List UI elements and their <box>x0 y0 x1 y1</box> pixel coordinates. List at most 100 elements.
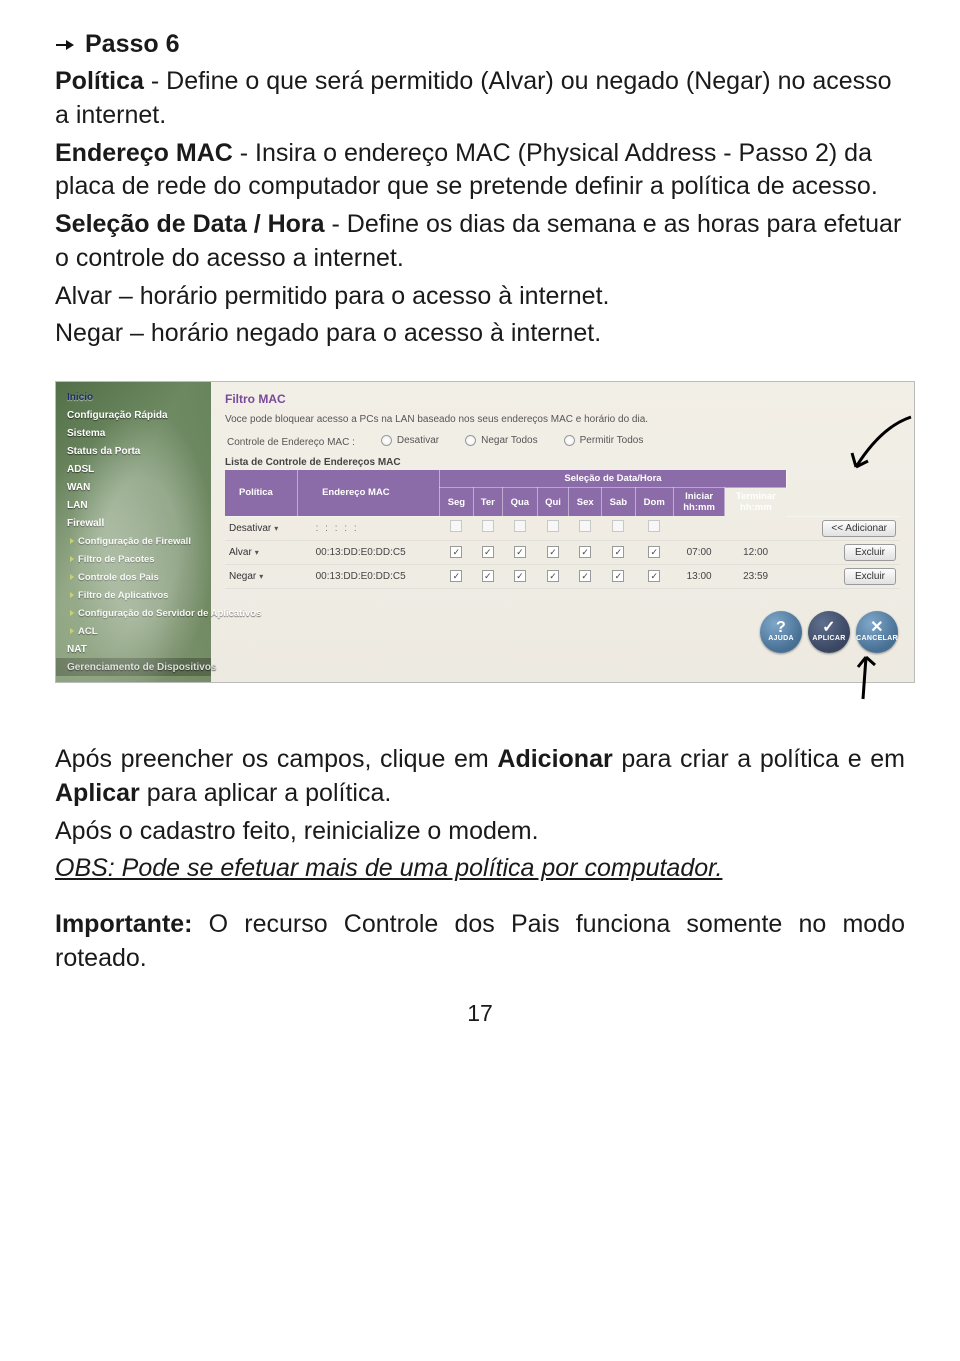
mac-cell[interactable]: : : : : : <box>298 516 440 540</box>
day-checkbox-cell[interactable] <box>635 516 673 540</box>
th-politica: Política <box>225 470 298 516</box>
day-checkbox-cell[interactable]: ✓ <box>569 540 602 564</box>
radio-label: Permitir Todos <box>580 435 644 446</box>
start-time <box>673 516 725 540</box>
button-glyph-icon: ✕ <box>870 621 884 635</box>
day-checkbox-cell[interactable]: ✓ <box>635 564 673 588</box>
checkbox-icon: ✓ <box>514 546 526 558</box>
day-checkbox-cell[interactable]: ✓ <box>569 564 602 588</box>
checkbox-icon <box>547 520 559 532</box>
radio-icon <box>564 435 575 446</box>
radio-option[interactable]: Negar Todos <box>465 435 538 446</box>
sidebar-item[interactable]: Filtro de Pacotes <box>56 550 211 568</box>
day-checkbox-cell[interactable]: ✓ <box>473 564 502 588</box>
checkbox-icon: ✓ <box>450 570 462 582</box>
day-checkbox-cell[interactable]: ✓ <box>440 564 474 588</box>
button-label: AJUDA <box>768 635 794 642</box>
sidebar-item[interactable]: Inicio <box>56 388 211 406</box>
day-checkbox-cell[interactable]: ✓ <box>635 540 673 564</box>
button-glyph-icon: ? <box>776 621 786 635</box>
obs-note: OBS: Pode se efetuar mais de uma polític… <box>55 852 905 886</box>
checkbox-icon <box>482 520 494 532</box>
checkbox-icon: ✓ <box>482 570 494 582</box>
day-checkbox-cell[interactable]: ✓ <box>537 564 568 588</box>
router-ui-screenshot: InicioConfiguração RápidaSistemaStatus d… <box>55 381 915 683</box>
checkbox-icon <box>579 520 591 532</box>
day-checkbox-cell[interactable]: ✓ <box>537 540 568 564</box>
day-checkbox-cell[interactable] <box>569 516 602 540</box>
day-checkbox-cell[interactable] <box>473 516 502 540</box>
day-checkbox-cell[interactable]: ✓ <box>440 540 474 564</box>
mac-cell: 00:13:DD:E0:DD:C5 <box>298 540 440 564</box>
day-checkbox-cell[interactable]: ✓ <box>502 540 537 564</box>
day-checkbox-cell[interactable] <box>537 516 568 540</box>
sidebar-item[interactable]: Sistema <box>56 424 211 442</box>
button-label: APLICAR <box>812 635 845 642</box>
after-aplicar: Aplicar <box>55 779 140 807</box>
excluir-button[interactable]: Excluir <box>844 568 896 585</box>
table-row: Negar00:13:DD:E0:DD:C5✓✓✓✓✓✓✓13:0023:59E… <box>225 564 900 588</box>
sidebar-item[interactable]: Configuração Rápida <box>56 406 211 424</box>
radio-label: Desativar <box>397 435 439 446</box>
button-glyph-icon: ✓ <box>822 621 836 635</box>
step-title: Passo 6 <box>85 30 180 59</box>
step-header: Passo 6 <box>55 30 905 59</box>
sidebar-item[interactable]: NAT <box>56 640 211 658</box>
sidebar-item[interactable]: ACL <box>56 622 211 640</box>
after-text: Após preencher os campos, clique em Adic… <box>55 743 905 976</box>
mac-table: Política Endereço MAC Seleção de Data/Ho… <box>225 470 900 589</box>
sidebar-item[interactable]: Status da Porta <box>56 442 211 460</box>
after-p1c: para criar a política e em <box>613 745 905 773</box>
radio-option[interactable]: Permitir Todos <box>564 435 644 446</box>
end-time: 12:00 <box>725 540 786 564</box>
th-day: Ter <box>473 488 502 517</box>
checkbox-icon <box>612 520 624 532</box>
sidebar-item[interactable]: Filtro de Aplicativos <box>56 586 211 604</box>
after-adicionar: Adicionar <box>497 745 612 773</box>
day-checkbox-cell[interactable]: ✓ <box>602 564 636 588</box>
policy-dropdown[interactable]: Alvar <box>229 547 259 558</box>
day-checkbox-cell[interactable]: ✓ <box>502 564 537 588</box>
aplicar-button[interactable]: ✓APLICAR <box>808 611 850 653</box>
th-selecao: Seleção de Data/Hora <box>440 470 787 488</box>
day-checkbox-cell[interactable]: ✓ <box>473 540 502 564</box>
th-day: Sex <box>569 488 602 517</box>
th-day: Sab <box>602 488 636 517</box>
sidebar-item[interactable]: Controle dos Pais <box>56 568 211 586</box>
footer-buttons: ?AJUDA✓APLICAR✕CANCELAR <box>225 611 898 653</box>
day-checkbox-cell[interactable] <box>602 516 636 540</box>
th-end: Terminarhh:mm <box>725 488 786 517</box>
start-time: 13:00 <box>673 564 725 588</box>
sidebar-item[interactable]: Configuração do Servidor de Aplicativos <box>56 604 211 622</box>
policy-dropdown[interactable]: Negar <box>229 571 263 582</box>
ajuda-button[interactable]: ?AJUDA <box>760 611 802 653</box>
day-checkbox-cell[interactable]: ✓ <box>602 540 636 564</box>
after-p1e: para aplicar a política. <box>140 779 392 807</box>
para1: - Define o que será permitido (Alvar) ou… <box>55 67 892 129</box>
page-number: 17 <box>55 1000 905 1027</box>
button-label: CANCELAR <box>856 635 898 642</box>
checkbox-icon: ✓ <box>579 546 591 558</box>
sidebar-item[interactable]: Configuração de Firewall <box>56 532 211 550</box>
end-time: 23:59 <box>725 564 786 588</box>
checkbox-icon: ✓ <box>547 546 559 558</box>
checkbox-icon: ✓ <box>514 570 526 582</box>
sidebar-item[interactable]: LAN <box>56 496 211 514</box>
excluir-button[interactable]: Excluir <box>844 544 896 561</box>
sidebar-item[interactable]: Gerenciamento de Dispositivos <box>56 658 211 676</box>
end-time <box>725 516 786 540</box>
sidebar-item[interactable]: WAN <box>56 478 211 496</box>
term-mac: Endereço MAC <box>55 139 233 167</box>
cancelar-button[interactable]: ✕CANCELAR <box>856 611 898 653</box>
adicionar-button[interactable]: << Adicionar <box>822 520 896 537</box>
day-checkbox-cell[interactable] <box>502 516 537 540</box>
mac-control-label: Controle de Endereço MAC : <box>227 437 355 448</box>
th-day: Seg <box>440 488 474 517</box>
radio-label: Negar Todos <box>481 435 538 446</box>
radio-option[interactable]: Desativar <box>381 435 439 446</box>
day-checkbox-cell[interactable] <box>440 516 474 540</box>
policy-dropdown[interactable]: Desativar <box>229 523 278 534</box>
sidebar-item[interactable]: Firewall <box>56 514 211 532</box>
radio-icon <box>465 435 476 446</box>
sidebar-item[interactable]: ADSL <box>56 460 211 478</box>
